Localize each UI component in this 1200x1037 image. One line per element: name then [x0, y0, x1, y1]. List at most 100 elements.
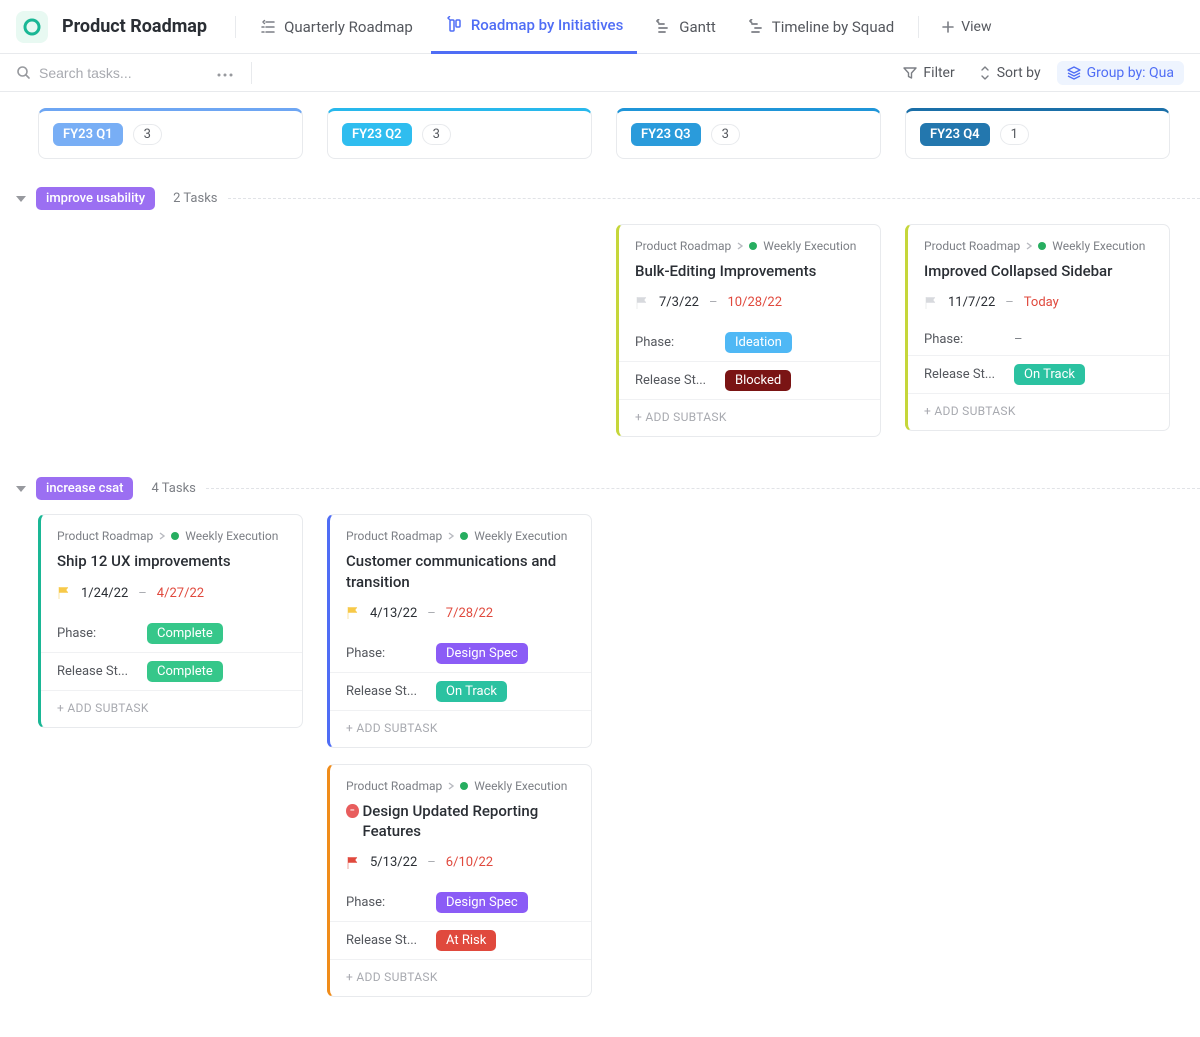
end-date[interactable]: 7/28/22	[446, 606, 493, 621]
more-menu[interactable]	[213, 61, 237, 85]
group-row: Product Roadmap Weekly Execution Bulk-Ed…	[38, 224, 1200, 437]
task-card[interactable]: Product Roadmap Weekly Execution − Design…	[327, 764, 592, 998]
phase-badge: Design Spec	[436, 643, 528, 664]
date-separator: –	[709, 295, 718, 310]
crumb-list[interactable]: Weekly Execution	[185, 529, 278, 543]
group-task-count: 4 Tasks	[151, 481, 195, 496]
crumb-space[interactable]: Product Roadmap	[635, 239, 731, 253]
phase-row[interactable]: Phase: Complete	[57, 615, 286, 652]
start-date[interactable]: 4/13/22	[370, 606, 417, 621]
column-count: 3	[133, 124, 162, 145]
priority-flag-icon	[346, 856, 360, 870]
release-status-row[interactable]: Release St... Complete	[57, 653, 286, 690]
release-status-label: Release St...	[346, 684, 424, 699]
tab-timeline-by-squad[interactable]: Timeline by Squad	[734, 0, 908, 54]
column-pill: FY23 Q4	[920, 123, 990, 146]
group-name-pill[interactable]: improve usability	[36, 187, 155, 210]
card-dates: 11/7/22 – Today	[924, 295, 1153, 310]
crumb-space[interactable]: Product Roadmap	[57, 529, 153, 543]
release-status-row[interactable]: Release St... On Track	[346, 673, 575, 710]
task-card[interactable]: Product Roadmap Weekly Execution Custome…	[327, 514, 592, 748]
sort-button[interactable]: Sort by	[971, 61, 1049, 85]
date-separator: –	[1005, 295, 1014, 310]
group-by-button[interactable]: Group by: Qua	[1057, 61, 1184, 85]
blocked-icon: −	[346, 804, 359, 818]
phase-badge: Design Spec	[436, 892, 528, 913]
collapse-toggle[interactable]	[16, 196, 26, 202]
crumb-space[interactable]: Product Roadmap	[346, 779, 442, 793]
collapse-toggle[interactable]	[16, 486, 26, 492]
priority-flag-icon	[635, 296, 649, 310]
column-header[interactable]: FY23 Q33	[616, 108, 881, 159]
board: FY23 Q13FY23 Q23FY23 Q33FY23 Q41 improve…	[0, 92, 1200, 1037]
start-date[interactable]: 7/3/22	[659, 295, 699, 310]
tab-gantt[interactable]: Gantt	[641, 0, 729, 54]
plus-icon	[941, 20, 955, 34]
tab-label: Gantt	[679, 18, 715, 36]
start-date[interactable]: 11/7/22	[948, 295, 995, 310]
dash-line	[228, 198, 1200, 199]
add-subtask-button[interactable]: + ADD SUBTASK	[346, 960, 575, 986]
card-breadcrumb: Product Roadmap Weekly Execution	[346, 779, 575, 793]
release-status-row[interactable]: Release St... At Risk	[346, 922, 575, 959]
card-breadcrumb: Product Roadmap Weekly Execution	[57, 529, 286, 543]
column-header[interactable]: FY23 Q41	[905, 108, 1170, 159]
crumb-space[interactable]: Product Roadmap	[346, 529, 442, 543]
card-dates: 7/3/22 – 10/28/22	[635, 295, 864, 310]
search-input[interactable]	[39, 65, 199, 81]
phase-row[interactable]: Phase: Design Spec	[346, 635, 575, 672]
add-subtask-button[interactable]: + ADD SUBTASK	[57, 691, 286, 717]
group-icon	[1067, 66, 1081, 80]
card-dates: 4/13/22 – 7/28/22	[346, 606, 575, 621]
phase-label: Phase:	[924, 332, 1002, 347]
phase-row[interactable]: Phase: Design Spec	[346, 884, 575, 921]
tab-roadmap-by-initiatives[interactable]: Roadmap by Initiatives	[431, 0, 637, 54]
add-view-button[interactable]: View	[929, 19, 1003, 35]
phase-row[interactable]: Phase: Ideation	[635, 324, 864, 361]
start-date[interactable]: 5/13/22	[370, 855, 417, 870]
list-dot-icon	[460, 782, 468, 790]
start-date[interactable]: 1/24/22	[81, 586, 128, 601]
column-header[interactable]: FY23 Q23	[327, 108, 592, 159]
column-header[interactable]: FY23 Q13	[38, 108, 303, 159]
priority-flag-icon	[924, 296, 938, 310]
column-pill: FY23 Q2	[342, 123, 412, 146]
end-date[interactable]: Today	[1024, 295, 1059, 310]
crumb-list[interactable]: Weekly Execution	[1052, 239, 1145, 253]
divider	[251, 62, 252, 84]
list-icon	[260, 19, 276, 35]
end-date[interactable]: 6/10/22	[446, 855, 493, 870]
add-subtask-button[interactable]: + ADD SUBTASK	[346, 711, 575, 737]
filter-button[interactable]: Filter	[895, 61, 962, 85]
end-date[interactable]: 4/27/22	[157, 586, 204, 601]
phase-row[interactable]: Phase: –	[924, 324, 1153, 355]
add-subtask-button[interactable]: + ADD SUBTASK	[924, 394, 1153, 420]
filter-label: Filter	[923, 65, 954, 81]
page-title: Product Roadmap	[62, 16, 207, 37]
end-date[interactable]: 10/28/22	[727, 295, 782, 310]
column	[327, 224, 592, 437]
date-separator: –	[138, 586, 147, 601]
task-card[interactable]: Product Roadmap Weekly Execution Ship 12…	[38, 514, 303, 727]
column: Product Roadmap Weekly Execution Custome…	[327, 514, 592, 997]
release-status-badge: On Track	[436, 681, 507, 702]
add-subtask-button[interactable]: + ADD SUBTASK	[635, 400, 864, 426]
crumb-list[interactable]: Weekly Execution	[474, 529, 567, 543]
chevron-right-icon	[1026, 242, 1032, 250]
crumb-list[interactable]: Weekly Execution	[763, 239, 856, 253]
group-name-pill[interactable]: increase csat	[36, 477, 133, 500]
column-pill: FY23 Q3	[631, 123, 701, 146]
crumb-list[interactable]: Weekly Execution	[474, 779, 567, 793]
release-status-row[interactable]: Release St... Blocked	[635, 362, 864, 399]
gantt-icon	[655, 19, 671, 35]
space-logo[interactable]	[16, 11, 48, 43]
task-card[interactable]: Product Roadmap Weekly Execution Improve…	[905, 224, 1170, 431]
card-title: Customer communications and transition	[346, 551, 575, 592]
priority-flag-icon	[346, 606, 360, 620]
crumb-space[interactable]: Product Roadmap	[924, 239, 1020, 253]
task-card[interactable]: Product Roadmap Weekly Execution Bulk-Ed…	[616, 224, 881, 437]
release-status-row[interactable]: Release St... On Track	[924, 356, 1153, 393]
phase-label: Phase:	[346, 646, 424, 661]
list-dot-icon	[1038, 242, 1046, 250]
tab-quarterly-roadmap[interactable]: Quarterly Roadmap	[246, 0, 427, 54]
